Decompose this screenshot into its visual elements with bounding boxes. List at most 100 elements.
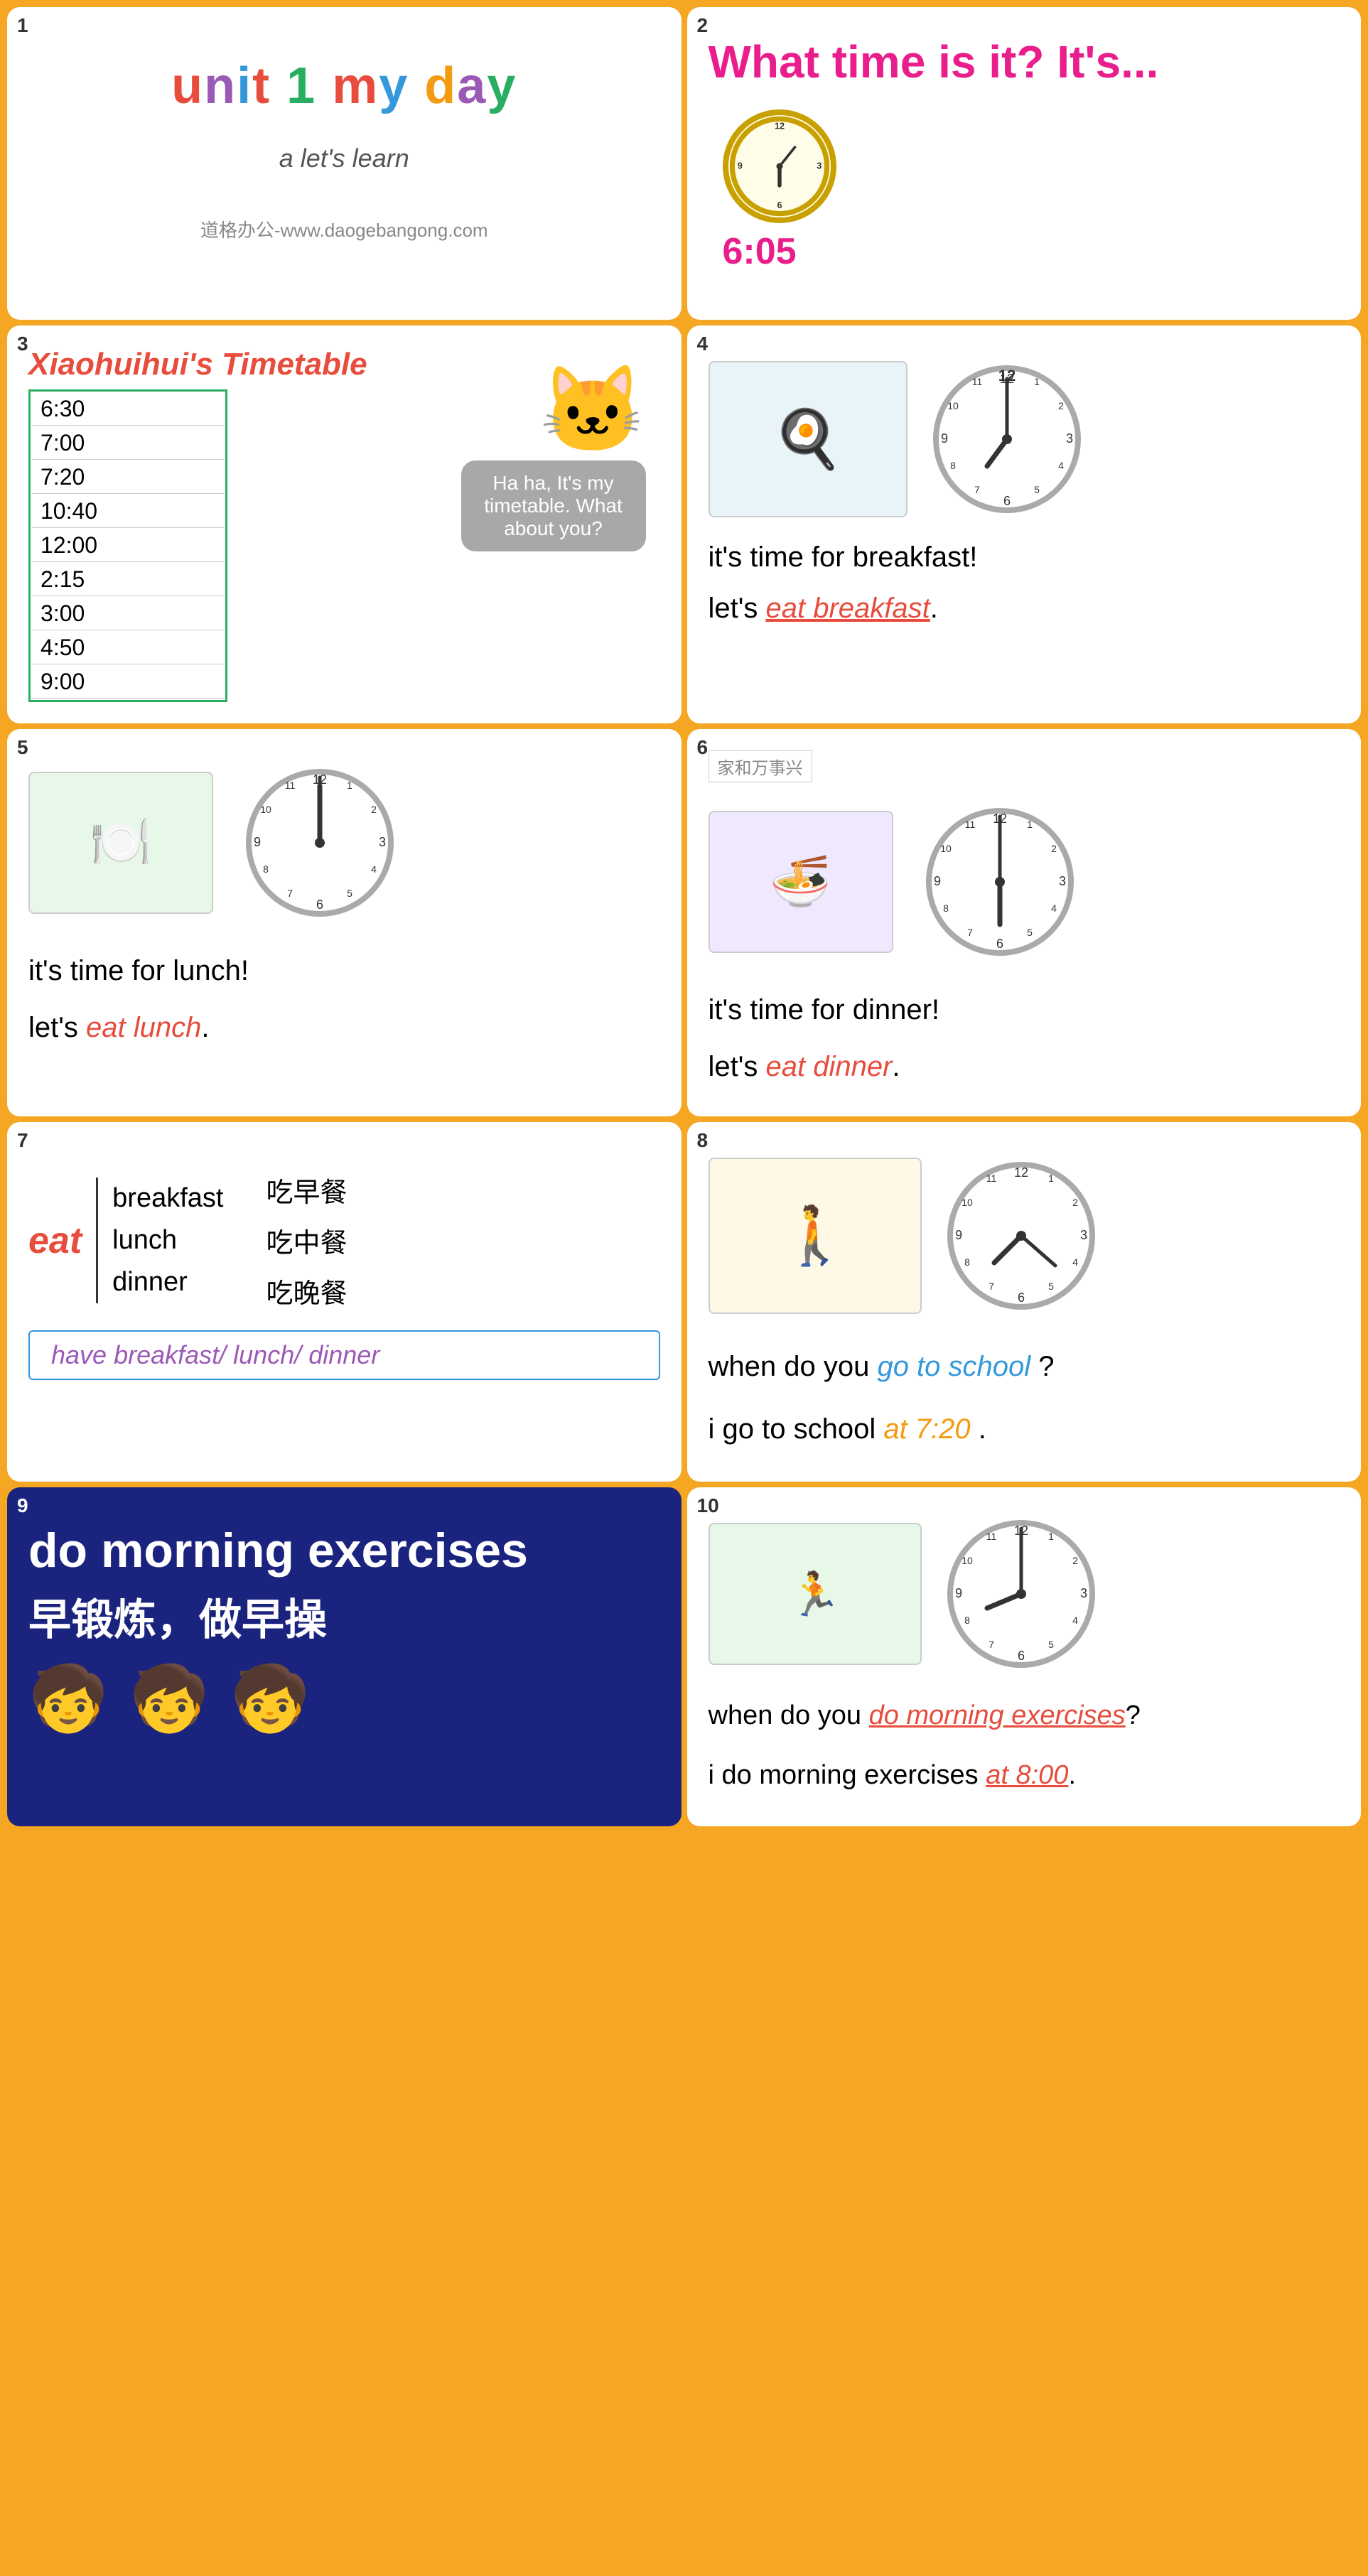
lunch-text: it's time for lunch! let's eat lunch. <box>28 942 660 1056</box>
svg-text:5: 5 <box>1034 484 1040 495</box>
svg-text:8: 8 <box>964 1615 970 1626</box>
vocab-cn-dinner: 吃晚餐 <box>266 1266 347 1316</box>
card-number-5: 5 <box>17 736 28 759</box>
dinner-image: 🍜 <box>709 811 893 953</box>
vocab-eat: eat <box>28 1219 82 1262</box>
svg-text:10: 10 <box>962 1197 973 1208</box>
at-720-highlight: at 7:20 <box>883 1413 970 1445</box>
card-number-6: 6 <box>697 736 709 759</box>
at-800-highlight: at 8:00 <box>986 1760 1068 1790</box>
vocab-chinese: 吃早餐 吃中餐 吃晚餐 <box>266 1165 347 1316</box>
svg-text:8: 8 <box>964 1256 970 1268</box>
timetable-row: 6:30 <box>32 393 224 426</box>
vocab-cn-lunch: 吃中餐 <box>266 1215 347 1266</box>
timetable-row: 9:00 <box>32 666 224 699</box>
svg-text:3: 3 <box>817 161 822 171</box>
school-image: 🚶 <box>709 1158 922 1314</box>
svg-text:3: 3 <box>1079 1228 1087 1242</box>
timetable-row: 4:50 <box>32 632 224 664</box>
svg-text:7: 7 <box>989 1281 994 1292</box>
card-1: 1 unit 1 my day a let's learn 道格办公-www.d… <box>7 7 682 320</box>
card4-image: 🍳 <box>709 361 907 517</box>
svg-text:3: 3 <box>1065 431 1072 446</box>
timetable-row: 2:15 <box>32 564 224 596</box>
svg-text:12: 12 <box>1013 1165 1028 1180</box>
card-number-7: 7 <box>17 1129 28 1152</box>
card-2: 2 What time is it? It's... 12 3 6 9 <box>687 7 1362 320</box>
timetable-row: 12:00 <box>32 529 224 562</box>
school-top: 🚶 12 9 3 6 11 1 2 4 5 7 8 10 <box>709 1158 1340 1314</box>
svg-text:1: 1 <box>1048 1531 1054 1542</box>
vocab-lunch: lunch <box>112 1219 223 1261</box>
vocab-table: eat breakfast lunch dinner 吃早餐 吃中餐 吃晚餐 <box>28 1165 660 1316</box>
clock-10: 12 9 3 6 11 1 2 4 5 7 8 10 <box>943 1516 1099 1672</box>
svg-text:4: 4 <box>371 863 377 875</box>
timetable-row: 3:00 <box>32 598 224 630</box>
card-number-4: 4 <box>697 333 709 355</box>
svg-text:9: 9 <box>254 835 261 849</box>
card10-top: 🏃 12 9 3 6 11 1 2 4 5 7 8 10 <box>709 1516 1340 1672</box>
card-7: 7 eat breakfast lunch dinner 吃早餐 吃中餐 吃晚餐… <box>7 1122 682 1482</box>
svg-text:8: 8 <box>263 863 269 875</box>
timetable: 6:30 7:00 7:20 10:40 12:00 2:15 3:00 4:5… <box>28 389 227 702</box>
clock-6: 12 9 3 6 11 1 2 4 5 7 8 10 <box>922 804 1078 960</box>
svg-text:7: 7 <box>974 484 980 495</box>
card-number-1: 1 <box>17 14 28 37</box>
vocab-cn-breakfast: 吃早餐 <box>266 1165 347 1215</box>
card4-content: 🍳 12 12 9 3 6 11 1 2 4 5 7 8 10 <box>709 361 1340 517</box>
vocab-dinner: dinner <box>112 1261 223 1303</box>
vocab-breakfast: breakfast <box>112 1177 223 1219</box>
card1-subtitle: a let's learn <box>28 144 660 173</box>
svg-text:3: 3 <box>1079 1586 1087 1600</box>
card9-title-en: do morning exercises <box>28 1523 660 1578</box>
svg-text:11: 11 <box>285 780 296 791</box>
svg-text:9: 9 <box>940 431 947 446</box>
card-number-9: 9 <box>17 1494 28 1517</box>
do-morning-exercises-highlight: do morning exercises <box>869 1701 1126 1730</box>
svg-text:6: 6 <box>1017 1649 1024 1663</box>
chinese-banner: 家和万事兴 <box>709 750 812 782</box>
card10-text: when do you do morning exercises? i do m… <box>709 1686 1340 1805</box>
svg-text:7: 7 <box>967 927 973 938</box>
card-5: 5 🍽️ 12 9 3 6 11 1 2 4 5 7 8 10 <box>7 729 682 1116</box>
character-decoration: 🐱 <box>539 361 645 460</box>
svg-text:5: 5 <box>1048 1639 1054 1650</box>
svg-text:5: 5 <box>1048 1281 1054 1292</box>
eat-dinner-highlight: eat dinner <box>766 1051 893 1082</box>
card1-title: unit 1 my day <box>28 57 660 115</box>
eat-breakfast-highlight: eat breakfast <box>766 593 930 624</box>
svg-text:4: 4 <box>1058 460 1064 471</box>
card-3: 3 Xiaohuihui's Timetable 6:30 7:00 7:20 … <box>7 325 682 723</box>
svg-text:5: 5 <box>1027 927 1033 938</box>
card-number-10: 10 <box>697 1494 719 1517</box>
svg-text:9: 9 <box>933 874 940 888</box>
svg-text:3: 3 <box>379 835 386 849</box>
svg-text:4: 4 <box>1051 902 1057 914</box>
go-to-school-highlight: go to school <box>877 1351 1030 1382</box>
svg-text:9: 9 <box>954 1228 962 1242</box>
card9-illustrations: 🧒 🧒 🧒 <box>28 1661 660 1736</box>
exercise-figure-2: 🧒 <box>129 1661 209 1736</box>
school-text: when do you go to school ? i go to schoo… <box>709 1335 1340 1460</box>
vocab-words: breakfast lunch dinner <box>96 1177 223 1303</box>
svg-text:11: 11 <box>964 819 975 830</box>
card1-website: 道格办公-www.daogebangong.com <box>28 216 660 242</box>
svg-text:8: 8 <box>943 902 949 914</box>
card-10: 10 🏃 12 9 3 6 11 1 2 4 5 7 8 10 <box>687 1487 1362 1826</box>
card-number-8: 8 <box>697 1129 709 1152</box>
svg-text:2: 2 <box>1058 400 1064 411</box>
svg-text:12: 12 <box>774 122 784 131</box>
svg-text:5: 5 <box>347 888 352 899</box>
svg-text:6: 6 <box>1003 494 1010 508</box>
vocab-phrase-box: have breakfast/ lunch/ dinner <box>28 1330 660 1380</box>
svg-text:4: 4 <box>1072 1615 1078 1626</box>
card-8: 8 🚶 12 9 3 6 11 1 2 4 5 7 8 10 <box>687 1122 1362 1482</box>
svg-text:10: 10 <box>940 843 952 854</box>
card4-text: it's time for breakfast! let's eat break… <box>709 532 1340 634</box>
main-grid: 1 unit 1 my day a let's learn 道格办公-www.d… <box>0 0 1368 1833</box>
svg-text:6: 6 <box>316 898 323 912</box>
svg-text:2: 2 <box>1051 843 1057 854</box>
timetable-row: 7:00 <box>32 427 224 460</box>
clock-4: 12 12 9 3 6 11 1 2 4 5 7 8 10 <box>929 361 1085 517</box>
svg-text:2: 2 <box>1072 1555 1078 1566</box>
